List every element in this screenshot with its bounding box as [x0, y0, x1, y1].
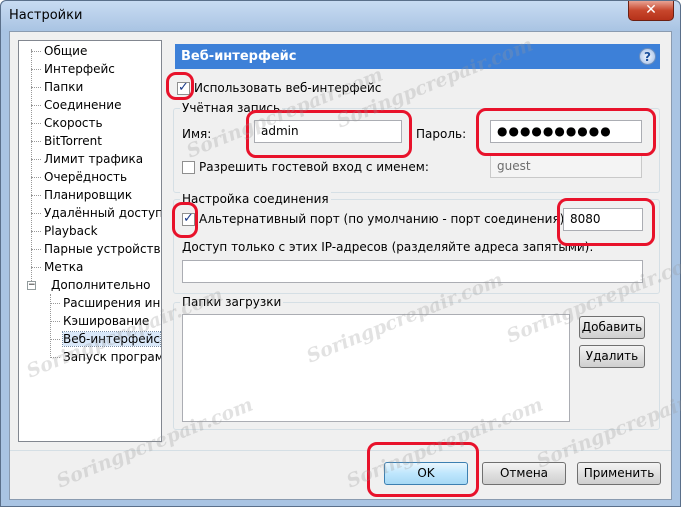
- ip-restrict-label: Доступ только с этих IP-адресов (разделя…: [182, 240, 594, 254]
- connection-group-title: Настройка соединения: [180, 192, 331, 206]
- tree-item-caching[interactable]: Кэширование: [50, 313, 149, 330]
- guest-name-input[interactable]: guest: [490, 155, 642, 178]
- tree-item-traffic-limit[interactable]: Лимит трафика: [31, 151, 143, 168]
- tree-item-label[interactable]: Метка: [31, 259, 83, 276]
- download-folders-title: Папки загрузки: [180, 295, 284, 309]
- collapse-icon[interactable]: −: [27, 281, 36, 290]
- account-group-title: Учётная запись: [180, 101, 283, 115]
- add-folder-button[interactable]: Добавить: [579, 316, 645, 339]
- close-button[interactable]: ✕: [628, 1, 674, 21]
- panel-title: Веб-интерфейс: [181, 49, 297, 64]
- enable-webui-checkbox[interactable]: [177, 80, 190, 95]
- tree-item-advanced[interactable]: Дополнительно: [41, 277, 151, 294]
- tree-item-queue[interactable]: Очерёдность: [31, 169, 127, 186]
- tree-item-bittorrent[interactable]: BitTorrent: [31, 133, 102, 150]
- tree-item-run-program[interactable]: Запуск програм: [50, 349, 161, 366]
- tree-item-connection[interactable]: Соединение: [31, 97, 121, 114]
- guest-login-label: Разрешить гостевой вход с именем:: [199, 160, 429, 174]
- tree-item-ui-extensions[interactable]: Расширения ин: [50, 295, 160, 312]
- help-icon[interactable]: ?: [639, 48, 656, 65]
- footer-divider: [10, 450, 671, 451]
- remove-folder-button[interactable]: Удалить: [579, 345, 645, 368]
- ip-restrict-input[interactable]: [182, 260, 643, 283]
- username-label: Имя:: [182, 127, 212, 141]
- tree-item-speed[interactable]: Скорость: [31, 115, 103, 132]
- cancel-button[interactable]: Отмена: [482, 462, 566, 485]
- enable-webui-label: Использовать веб-интерфейс: [194, 81, 382, 95]
- ok-button[interactable]: OK: [384, 462, 468, 485]
- title-bar[interactable]: Настройки ✕: [1, 1, 680, 31]
- tree-item-general[interactable]: Общие: [31, 43, 87, 60]
- tree-item-scheduler[interactable]: Планировщик: [31, 187, 132, 204]
- tree-item-paired-devices[interactable]: Парные устройства: [31, 241, 161, 258]
- settings-tree[interactable]: Общие Интерфейс Папки Соединение Скорост…: [18, 40, 162, 442]
- guest-login-checkbox[interactable]: [182, 161, 195, 174]
- window-title: Настройки: [9, 8, 83, 23]
- panel-header: Веб-интерфейс ?: [175, 44, 660, 69]
- download-folders-list[interactable]: [182, 314, 570, 422]
- tree-item-remote-access[interactable]: Удалённый доступ: [31, 205, 161, 222]
- apply-button[interactable]: Применить: [577, 462, 661, 485]
- tree-item-interface[interactable]: Интерфейс: [31, 61, 115, 78]
- username-input[interactable]: admin: [254, 120, 402, 143]
- alt-port-input[interactable]: 8080: [563, 208, 643, 231]
- settings-window: Настройки ✕ Общие Интерфейс Папки Соедин…: [0, 0, 681, 507]
- tree-item-playback[interactable]: Playback: [31, 223, 98, 240]
- dialog-client-area: Общие Интерфейс Папки Соединение Скорост…: [9, 31, 681, 500]
- alt-port-checkbox[interactable]: [182, 211, 195, 226]
- tree-item-web-interface[interactable]: Веб-интерфейс: [50, 331, 161, 348]
- password-label: Пароль:: [416, 127, 467, 141]
- alt-port-label: Альтернативный порт (по умолчанию - порт…: [199, 212, 569, 226]
- tree-item-folders[interactable]: Папки: [31, 79, 83, 96]
- password-input[interactable]: ●●●●●●●●●●: [490, 120, 642, 143]
